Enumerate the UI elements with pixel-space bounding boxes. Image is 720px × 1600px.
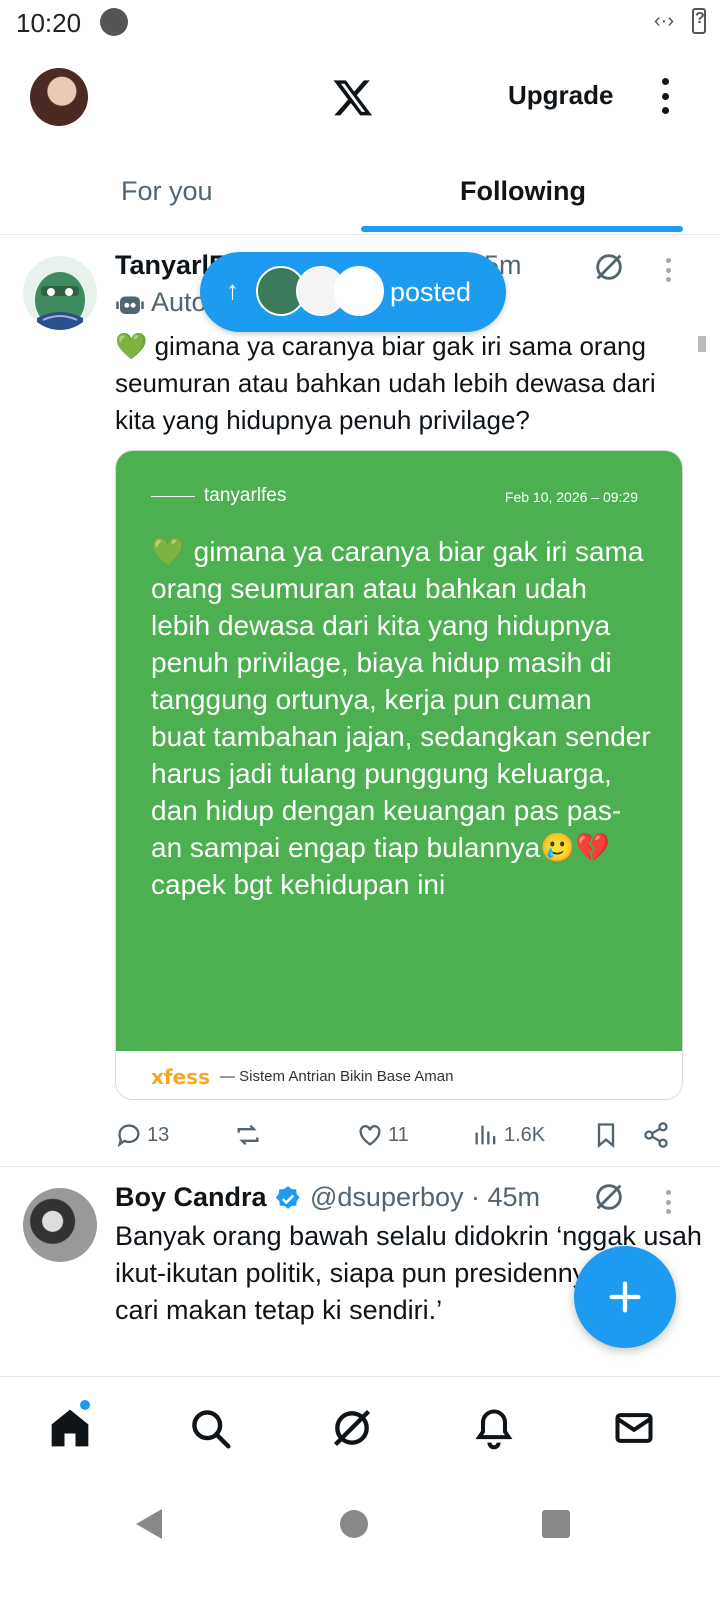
divider xyxy=(0,1166,720,1167)
pill-avatar xyxy=(334,266,384,316)
post-more-icon[interactable] xyxy=(664,1190,672,1214)
tab-following[interactable]: Following xyxy=(460,176,586,207)
post-more-icon[interactable] xyxy=(664,258,672,282)
data-saver-icon: ‹·› xyxy=(654,9,674,32)
notifications-bell-icon[interactable] xyxy=(472,1406,516,1450)
app-notification-icon xyxy=(100,8,128,36)
reply-icon xyxy=(117,1124,140,1148)
post-media-card[interactable]: tanyarlfes Feb 10, 2026 – 09:29 💚 gimana… xyxy=(115,450,683,1100)
card-brand: xfess xyxy=(151,1065,210,1089)
verified-badge-icon xyxy=(275,1186,300,1209)
unread-dot xyxy=(80,1400,90,1410)
views-button[interactable]: 1.6K xyxy=(472,1120,545,1150)
card-text: 💚 gimana ya caranya biar gak iri sama or… xyxy=(151,536,651,900)
recents-square-icon[interactable] xyxy=(542,1510,570,1538)
bookmark-button[interactable] xyxy=(592,1120,620,1150)
home-circle-icon[interactable] xyxy=(340,1510,368,1538)
profile-avatar[interactable] xyxy=(30,68,88,126)
home-icon[interactable] xyxy=(48,1406,92,1450)
card-tagline: — Sistem Antrian Bikin Base Aman xyxy=(220,1068,454,1085)
view-count: 1.6K xyxy=(504,1123,546,1146)
divider xyxy=(0,234,720,235)
upgrade-button[interactable]: Upgrade xyxy=(508,80,613,111)
card-divider-line xyxy=(151,496,195,497)
automated-label: Auto xyxy=(151,287,207,317)
reply-count: 13 xyxy=(147,1123,170,1146)
views-icon xyxy=(475,1125,496,1145)
more-options-icon[interactable] xyxy=(658,78,672,114)
status-time: 10:20 xyxy=(16,8,82,38)
post-text: 💚 gimana ya caranya biar gak iri sama or… xyxy=(115,331,656,435)
post-author-name[interactable]: Boy Candra xyxy=(115,1182,267,1213)
new-posts-label: posted xyxy=(390,277,472,307)
battery-icon xyxy=(692,8,706,34)
grok-icon[interactable] xyxy=(330,1406,374,1450)
like-button[interactable]: 11 xyxy=(356,1120,409,1150)
automated-account-icon xyxy=(116,296,144,314)
like-count: 11 xyxy=(388,1123,409,1146)
messages-envelope-icon[interactable] xyxy=(612,1406,656,1450)
arrow-up-icon: ↑ xyxy=(226,275,239,305)
grok-icon[interactable] xyxy=(592,1180,626,1214)
card-handle: tanyarlfes xyxy=(204,485,287,506)
tab-for-you[interactable]: For you xyxy=(121,176,213,207)
post-handle-time: @dsuperboy · 45m xyxy=(310,1182,541,1212)
post-author-avatar[interactable] xyxy=(23,256,97,330)
active-tab-indicator xyxy=(361,226,683,232)
reply-button[interactable]: 13 xyxy=(115,1120,169,1150)
grok-icon[interactable] xyxy=(592,250,626,284)
repost-icon xyxy=(237,1124,259,1146)
scrollbar[interactable] xyxy=(698,336,706,352)
repost-button[interactable] xyxy=(234,1120,266,1150)
share-icon xyxy=(644,1122,668,1148)
share-button[interactable] xyxy=(642,1120,670,1150)
compose-button[interactable] xyxy=(574,1246,676,1348)
back-icon[interactable] xyxy=(132,1505,166,1543)
plus-icon xyxy=(609,1281,641,1313)
search-icon[interactable] xyxy=(188,1406,232,1450)
post-author-avatar[interactable] xyxy=(23,1188,97,1262)
status-icons: ‹·› xyxy=(654,8,706,34)
card-date: Feb 10, 2026 – 09:29 xyxy=(504,489,638,505)
x-logo-icon xyxy=(333,80,373,116)
heart-icon xyxy=(359,1125,381,1146)
bookmark-icon xyxy=(597,1123,615,1148)
